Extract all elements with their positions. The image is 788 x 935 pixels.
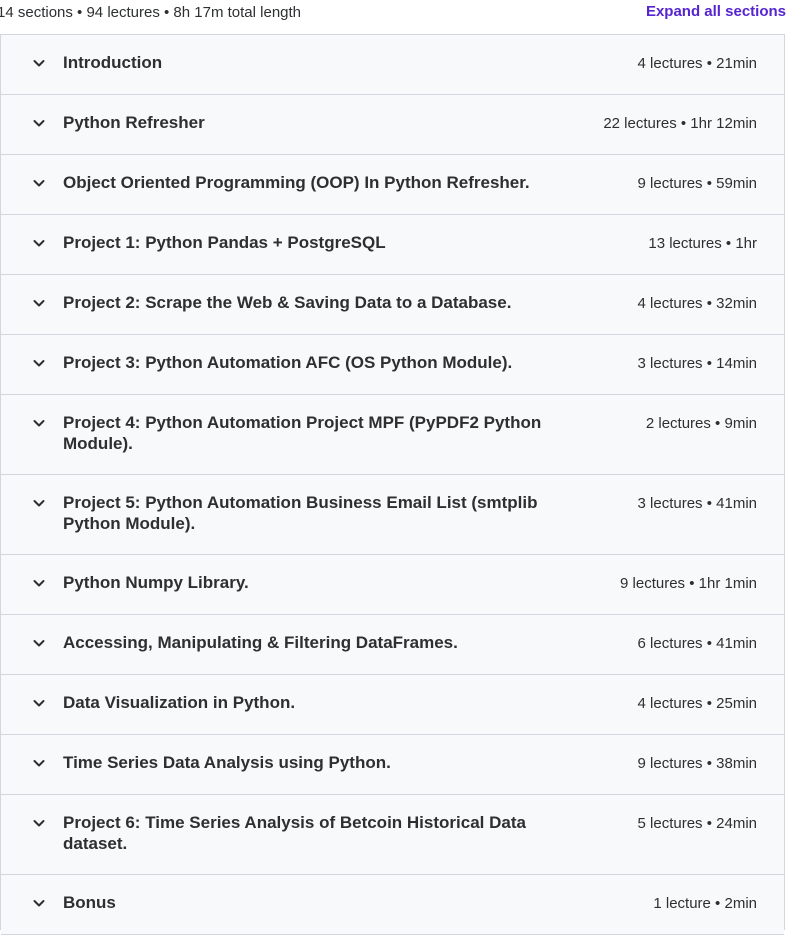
chevron-down-icon: [31, 895, 47, 911]
chevron-down-icon: [31, 635, 47, 651]
chevron-down-icon: [31, 695, 47, 711]
section-lecture-count: 22 lectures • 1hr 12min: [603, 115, 757, 132]
chevron-down-icon: [31, 235, 47, 251]
section-title: Time Series Data Analysis using Python.: [63, 753, 391, 772]
section-header[interactable]: Introduction 4 lectures • 21min: [1, 35, 784, 95]
curriculum-section-list: Introduction 4 lectures • 21min Python R…: [0, 34, 785, 935]
section-lecture-count: 5 lectures • 24min: [637, 815, 757, 832]
section-title: Python Refresher: [63, 113, 205, 132]
section-header[interactable]: Project 4: Python Automation Project MPF…: [1, 395, 784, 475]
section-lecture-count: 9 lectures • 59min: [637, 175, 757, 192]
section-title: Project 1: Python Pandas + PostgreSQL: [63, 233, 386, 252]
section-header[interactable]: Accessing, Manipulating & Filtering Data…: [1, 615, 784, 675]
section-lecture-count: 1 lecture • 2min: [653, 895, 757, 912]
section-title: Python Numpy Library.: [63, 573, 249, 592]
section-lecture-count: 6 lectures • 41min: [637, 635, 757, 652]
section-lecture-count: 9 lectures • 38min: [637, 755, 757, 772]
section-lecture-count: 4 lectures • 32min: [637, 295, 757, 312]
section-header[interactable]: Project 3: Python Automation AFC (OS Pyt…: [1, 335, 784, 395]
section-title: Project 5: Python Automation Business Em…: [63, 493, 538, 533]
section-title: Project 6: Time Series Analysis of Betco…: [63, 813, 526, 853]
section-header[interactable]: Project 5: Python Automation Business Em…: [1, 475, 784, 555]
section-lecture-count: 3 lectures • 14min: [637, 355, 757, 372]
section-title: Bonus: [63, 893, 116, 912]
section-title: Project 4: Python Automation Project MPF…: [63, 413, 542, 453]
chevron-down-icon: [31, 175, 47, 191]
chevron-down-icon: [31, 295, 47, 311]
chevron-down-icon: [31, 815, 47, 831]
section-title: Project 3: Python Automation AFC (OS Pyt…: [63, 353, 513, 372]
chevron-down-icon: [31, 55, 47, 71]
section-header[interactable]: Bonus 1 lecture • 2min: [1, 875, 784, 935]
section-header[interactable]: Object Oriented Programming (OOP) In Pyt…: [1, 155, 784, 215]
curriculum-summary-text: 14 sections • 94 lectures • 8h 17m total…: [0, 4, 302, 21]
section-title: Data Visualization in Python.: [63, 693, 296, 712]
section-lecture-count: 13 lectures • 1hr: [648, 235, 757, 252]
chevron-down-icon: [31, 115, 47, 131]
section-lecture-count: 4 lectures • 25min: [637, 695, 757, 712]
section-header[interactable]: Python Numpy Library. 9 lectures • 1hr 1…: [1, 555, 784, 615]
section-lecture-count: 4 lectures • 21min: [637, 55, 757, 72]
section-header[interactable]: Python Refresher 22 lectures • 1hr 12min: [1, 95, 784, 155]
section-header[interactable]: Data Visualization in Python. 4 lectures…: [1, 675, 784, 735]
chevron-down-icon: [31, 415, 47, 431]
section-title: Project 2: Scrape the Web & Saving Data …: [63, 293, 512, 312]
chevron-down-icon: [31, 495, 47, 511]
chevron-down-icon: [31, 575, 47, 591]
section-lecture-count: 3 lectures • 41min: [637, 495, 757, 512]
section-header[interactable]: Time Series Data Analysis using Python. …: [1, 735, 784, 795]
section-lecture-count: 2 lectures • 9min: [645, 415, 757, 432]
section-header[interactable]: Project 6: Time Series Analysis of Betco…: [1, 795, 784, 875]
section-title: Object Oriented Programming (OOP) In Pyt…: [63, 173, 530, 192]
section-header[interactable]: Project 2: Scrape the Web & Saving Data …: [1, 275, 784, 335]
curriculum-summary-bar: 14 sections • 94 lectures • 8h 17m total…: [0, 0, 788, 28]
section-title: Introduction: [63, 53, 163, 72]
chevron-down-icon: [31, 755, 47, 771]
section-header[interactable]: Project 1: Python Pandas + PostgreSQL 13…: [1, 215, 784, 275]
section-title: Accessing, Manipulating & Filtering Data…: [63, 633, 458, 652]
chevron-down-icon: [31, 355, 47, 371]
expand-all-sections-button[interactable]: Expand all sections: [646, 3, 786, 20]
section-lecture-count: 9 lectures • 1hr 1min: [620, 575, 757, 592]
